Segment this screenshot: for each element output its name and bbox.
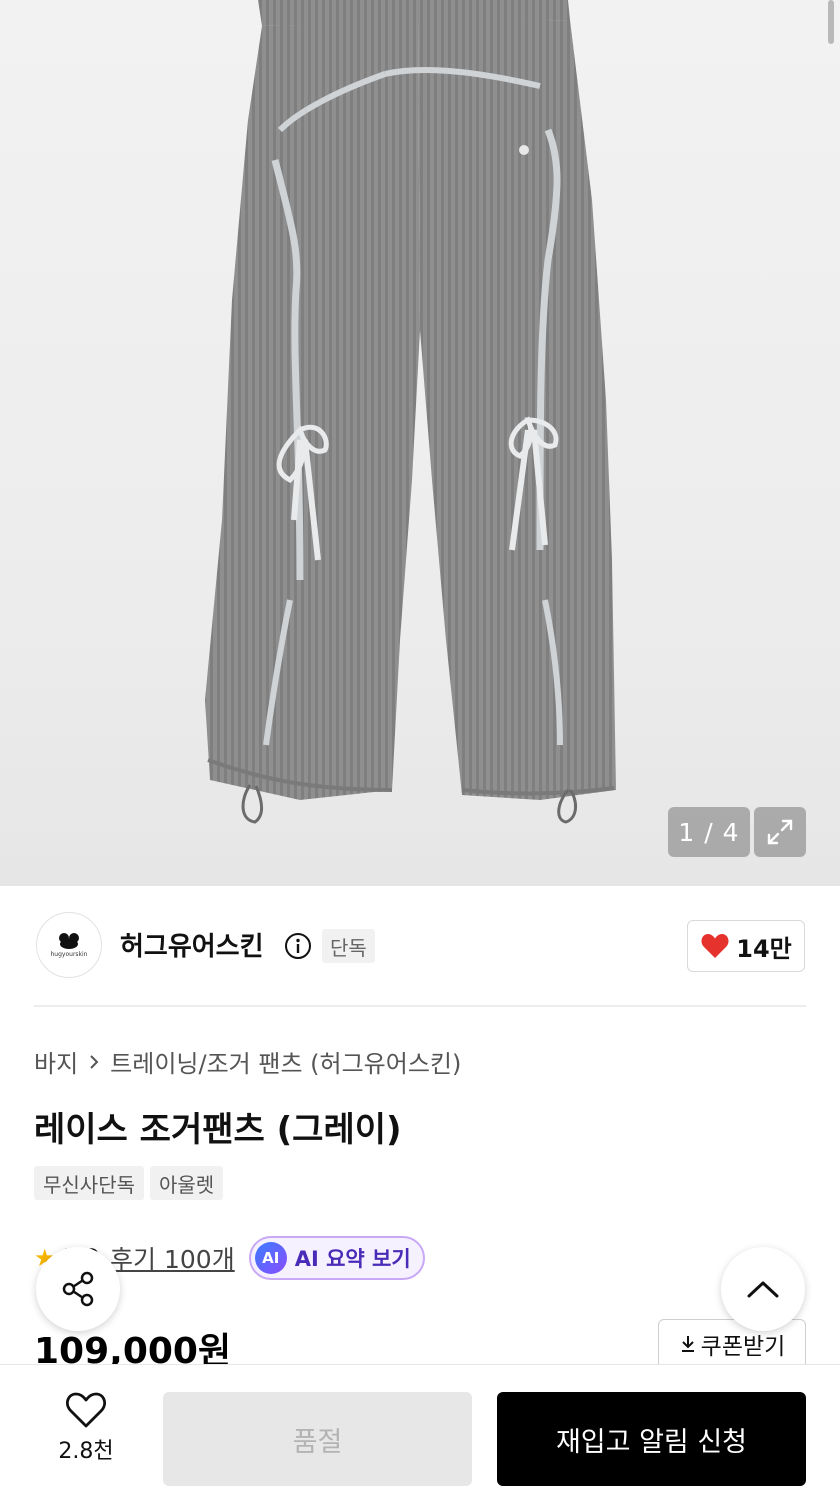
info-icon[interactable]	[284, 932, 312, 960]
share-icon	[62, 1271, 94, 1307]
chevron-up-icon	[747, 1281, 779, 1298]
brand-logo[interactable]: hugyourskin	[36, 912, 102, 978]
product-image	[205, 0, 616, 824]
scroll-indicator[interactable]	[828, 0, 834, 44]
soldout-button: 품절	[163, 1392, 472, 1486]
tag-musinsa-exclusive: 무신사단독	[34, 1166, 144, 1200]
bottom-action-bar: 2.8천 품절 재입고 알림 신청	[0, 1364, 840, 1500]
breadcrumb-category[interactable]: 바지	[34, 1044, 78, 1079]
ai-summary-button[interactable]: AI AI 요약 보기	[248, 1236, 425, 1280]
coupon-label: 쿠폰받기	[700, 1334, 786, 1360]
brand-logo-mark	[59, 932, 79, 949]
scroll-top-button[interactable]	[721, 1247, 805, 1331]
brand-logo-text: hugyourskin	[50, 950, 88, 958]
tag-outlet: 아울렛	[150, 1166, 224, 1200]
product-tags: 무신사단독 아울렛	[34, 1166, 224, 1200]
coupon-button[interactable]: 쿠폰받기	[658, 1319, 806, 1369]
brand-name[interactable]: 허그유어스킨	[120, 926, 264, 963]
breadcrumb-subcategory[interactable]: 트레이닝/조거 팬츠 (허그유어스킨)	[110, 1044, 461, 1079]
chevron-right-icon	[90, 1054, 99, 1069]
exclusive-badge: 단독	[322, 929, 375, 963]
wishlist-button[interactable]: 2.8천	[40, 1391, 132, 1465]
heart-icon	[701, 934, 729, 958]
ai-badge-icon: AI	[254, 1242, 287, 1274]
wishlist-count: 2.8천	[58, 1439, 114, 1464]
brand-like-count: 14만	[736, 934, 792, 963]
heart-outline-icon	[66, 1392, 106, 1428]
divider	[34, 1005, 806, 1007]
product-title: 레이스 조거팬츠 (그레이)	[34, 1110, 402, 1150]
ai-summary-label: AI 요약 보기	[294, 1247, 411, 1271]
brand-like-button[interactable]: 14만	[687, 920, 805, 972]
restock-alert-button[interactable]: 재입고 알림 신청	[497, 1392, 806, 1486]
breadcrumb: 바지 트레이닝/조거 팬츠 (허그유어스킨)	[34, 1044, 461, 1079]
product-image-gallery[interactable]: 1 / 4	[0, 0, 840, 886]
share-button[interactable]	[36, 1247, 120, 1331]
review-link[interactable]: 후기 100개	[110, 1240, 235, 1276]
expand-icon	[767, 819, 793, 845]
expand-image-button[interactable]	[754, 807, 806, 857]
image-counter: 1 / 4	[668, 807, 750, 857]
download-icon	[681, 1336, 694, 1352]
